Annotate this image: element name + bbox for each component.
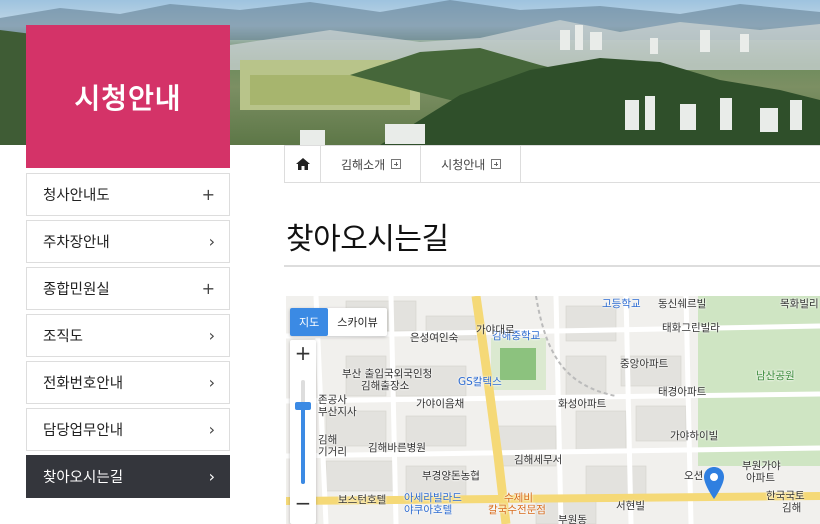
map-label: 태경아파트 (658, 386, 707, 398)
map-type-map-button[interactable]: 지도 (290, 308, 329, 336)
home-icon (295, 158, 310, 170)
home-button[interactable] (284, 146, 321, 182)
map-label: 부산지사 (318, 406, 357, 418)
sidebar-item-label: 찾아오시는길 (43, 470, 124, 486)
map-label: 서현빌 (616, 500, 645, 512)
sidebar-item-parking[interactable]: 주차장안내 › (26, 220, 230, 263)
section-title: 시청안내 (26, 25, 230, 168)
side-navigation: 청사안내도 + 주차장안내 › 종합민원실 + 조직도 › 전화번호안내 › 담… (26, 173, 230, 502)
location-map[interactable]: 고등학교 동신쉐르빌 목화빌리 태화그린빌라 은성여인숙 김해중학교 중앙아파트… (286, 296, 820, 524)
map-label: 가야대로 (476, 324, 515, 336)
sidebar-item-directions[interactable]: 찾아오시는길 › (26, 455, 230, 498)
sidebar-item-label: 청사안내도 (43, 188, 110, 204)
map-label: 야쿠아호텔 (404, 504, 453, 516)
chevron-right-icon: › (208, 326, 215, 345)
breadcrumb-item-about[interactable]: 김해소개 (321, 146, 422, 182)
map-label: 은성여인숙 (410, 332, 459, 344)
map-label: 부경양돈농협 (422, 470, 480, 482)
title-divider (284, 265, 820, 267)
map-label: 김해 (782, 502, 802, 514)
expand-box-icon[interactable] (391, 159, 402, 169)
map-label: 동신쉐르빌 (658, 298, 707, 310)
expand-plus-icon: + (201, 185, 215, 204)
sidebar-item-label: 조직도 (43, 329, 84, 345)
map-label: 가야하이빌 (670, 430, 719, 442)
chevron-right-icon: › (208, 373, 215, 392)
map-label: 고등학교 (602, 298, 641, 310)
sidebar-item-label: 주차장안내 (43, 235, 110, 251)
map-label: 기거리 (318, 446, 347, 458)
map-label: 김해출장소 (361, 380, 410, 392)
zoom-control: + − (290, 340, 316, 524)
map-label: 김해세무서 (514, 454, 563, 466)
sidebar-item-building-guide[interactable]: 청사안내도 + (26, 173, 230, 216)
breadcrumb: 김해소개 시청안내 (284, 145, 820, 183)
map-label: 화성아파트 (558, 398, 607, 410)
location-pin-icon[interactable] (703, 466, 725, 500)
map-label: 김해바른병원 (368, 442, 426, 454)
map-label: 오션 (684, 470, 704, 482)
map-label: 중앙아파트 (620, 358, 669, 370)
expand-plus-icon: + (201, 279, 215, 298)
map-label: 태화그린빌라 (662, 322, 720, 334)
zoom-in-button[interactable]: + (290, 340, 316, 366)
chevron-right-icon: › (208, 467, 215, 486)
breadcrumb-item-cityhall[interactable]: 시청안내 (421, 146, 522, 182)
map-label: 보스턴호텔 (338, 494, 387, 506)
breadcrumb-label: 김해소개 (341, 157, 386, 172)
map-label: 남산공원 (756, 370, 795, 382)
chevron-right-icon: › (208, 232, 215, 251)
chevron-right-icon: › (208, 420, 215, 439)
map-label: 아파트 (746, 472, 775, 484)
map-label: 가야이음채 (416, 398, 465, 410)
sidebar-item-label: 종합민원실 (43, 282, 110, 298)
sidebar-item-label: 전화번호안내 (43, 376, 124, 392)
zoom-slider-fill (301, 406, 305, 484)
map-type-toggle: 지도 스카이뷰 (290, 308, 387, 336)
page-title: 찾아오시는길 (286, 222, 449, 257)
sidebar-item-phone-directory[interactable]: 전화번호안내 › (26, 361, 230, 404)
page: 시청안내 청사안내도 + 주차장안내 › 종합민원실 + 조직도 › 전화번호안… (0, 0, 820, 524)
sidebar-item-duties[interactable]: 담당업무안내 › (26, 408, 230, 451)
breadcrumb-label: 시청안내 (441, 157, 486, 172)
sidebar-item-organization[interactable]: 조직도 › (26, 314, 230, 357)
zoom-out-button[interactable]: − (290, 490, 316, 516)
expand-box-icon[interactable] (491, 159, 502, 169)
map-label: 칼국수전문점 (488, 504, 546, 516)
map-label: 목화빌리 (780, 298, 819, 310)
map-type-skyview-button[interactable]: 스카이뷰 (328, 308, 386, 336)
sidebar-item-civil-service[interactable]: 종합민원실 + (26, 267, 230, 310)
map-label: GS칼텍스 (458, 376, 502, 388)
sidebar-item-label: 담당업무안내 (43, 423, 124, 439)
zoom-slider-handle[interactable] (295, 402, 311, 410)
map-label: 부원동 (558, 514, 587, 524)
